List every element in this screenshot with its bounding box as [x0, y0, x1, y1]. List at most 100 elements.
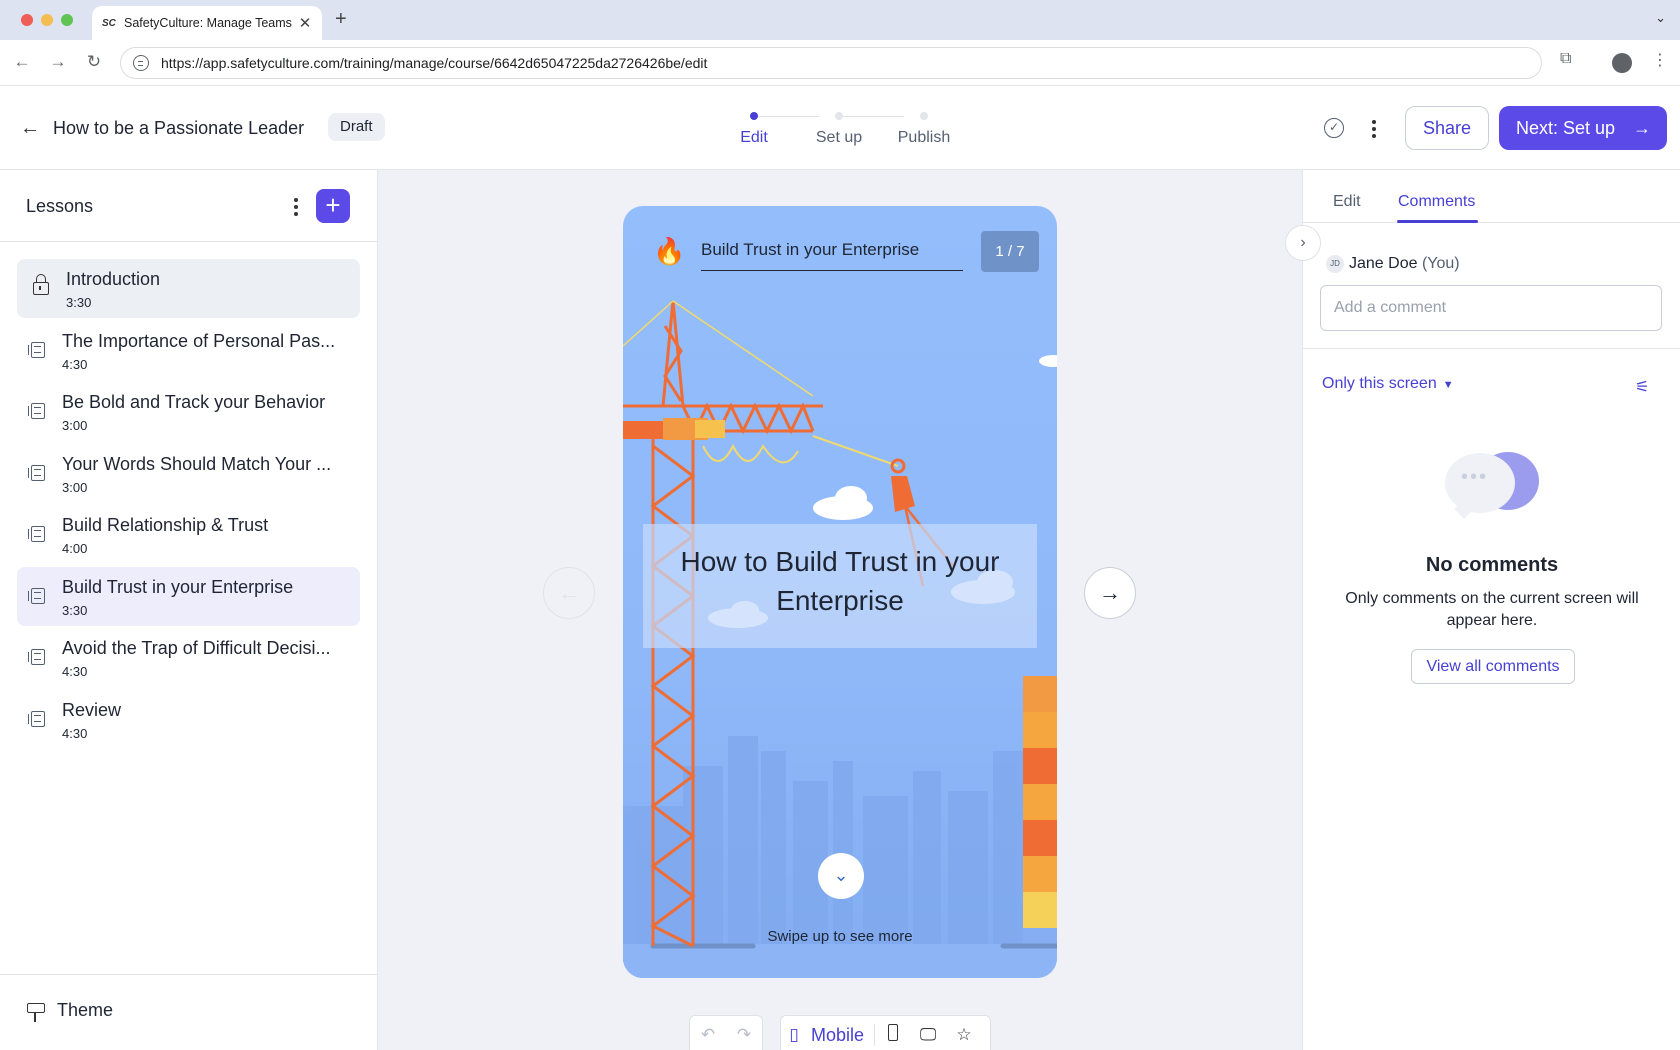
preview-canvas: 🔥 Build Trust in your Enterprise 1 / 7 H… — [378, 170, 1302, 1050]
empty-state-title: No comments — [1425, 554, 1559, 576]
forward-icon[interactable]: → — [48, 52, 68, 72]
arrow-right-icon: → — [1633, 118, 1651, 138]
lesson-duration: 4:00 — [62, 541, 88, 556]
url-field[interactable]: https://app.safetyculture.com/training/m… — [120, 47, 1542, 79]
more-options-icon[interactable] — [1371, 120, 1377, 138]
close-tab-icon[interactable]: ✕ — [298, 14, 312, 32]
minimize-window-button[interactable] — [41, 14, 53, 26]
next-screen-button[interactable]: → — [1084, 567, 1136, 619]
author-name: Jane Doe — [1349, 255, 1418, 272]
lesson-duration: 4:30 — [62, 664, 88, 679]
lesson-pages-icon — [28, 710, 45, 727]
swipe-hint: Swipe up to see more — [767, 928, 913, 945]
lesson-pages-icon — [28, 587, 45, 604]
tab-comments[interactable]: Comments — [1398, 193, 1475, 211]
screen-counter: 1 / 7 — [981, 231, 1039, 272]
ellipsis-icon: ••• — [1461, 466, 1489, 488]
comment-filter-dropdown[interactable]: Only this screen ▼ — [1322, 375, 1454, 393]
reload-icon[interactable]: ↻ — [84, 52, 104, 72]
publish-stepper: Edit Set up Publish — [740, 111, 950, 151]
next-setup-label: Next: Set up — [1516, 118, 1616, 138]
share-button[interactable]: Share — [1405, 106, 1489, 150]
tab-list-chevron-icon[interactable]: ⌄ — [1655, 10, 1666, 26]
lesson-item-selected[interactable]: Build Trust in your Enterprise 3:30 — [17, 566, 360, 626]
back-arrow-icon[interactable]: ← — [20, 117, 40, 140]
avatar: JD — [1326, 255, 1344, 273]
lesson-item-introduction[interactable]: Introduction 3:30 — [17, 259, 360, 318]
step-setup[interactable]: Set up — [816, 129, 862, 147]
stepper-connector — [757, 116, 819, 117]
filter-settings-icon[interactable]: ⚟ — [1635, 377, 1649, 397]
next-setup-button[interactable]: Next: Set up → — [1499, 106, 1667, 150]
lesson-item[interactable]: Avoid the Trap of Difficult Decisi... 4:… — [17, 628, 360, 687]
chevron-down-icon[interactable]: ⌄ — [818, 853, 864, 899]
collapse-panel-chevron-icon[interactable]: › — [1285, 225, 1321, 261]
theme-label: Theme — [57, 1000, 114, 1020]
mobile-view-button[interactable]: Mobile — [807, 1025, 874, 1046]
url-text: https://app.safetyculture.com/training/m… — [161, 55, 708, 71]
browser-address-bar: ← → ↻ https://app.safetyculture.com/trai… — [0, 40, 1680, 86]
new-tab-button[interactable]: + — [335, 8, 347, 31]
lessons-sidebar: Lessons + Introduction 3:30 The Importan… — [0, 170, 378, 1050]
lesson-title: Your Words Should Match Your ... — [62, 453, 332, 474]
lessons-title: Lessons — [26, 196, 94, 216]
lesson-title: Build Relationship & Trust — [62, 515, 269, 535]
status-badge: Draft — [328, 113, 385, 141]
panel-tabs: Edit Comments — [1303, 170, 1680, 223]
step-dot-edit — [750, 112, 758, 120]
lesson-title: Be Bold and Track your Behavior — [62, 392, 326, 412]
tab-edit[interactable]: Edit — [1333, 193, 1361, 211]
comment-input[interactable] — [1320, 285, 1662, 331]
step-edit[interactable]: Edit — [740, 129, 768, 147]
lesson-pages-icon — [28, 341, 45, 358]
theme-button[interactable]: Theme — [0, 974, 377, 1050]
star-icon[interactable]: ☆ — [946, 1025, 982, 1045]
comments-panel: Edit Comments › JD Jane Doe (You) Only t… — [1285, 170, 1680, 1050]
step-publish[interactable]: Publish — [898, 129, 950, 147]
lock-icon — [33, 274, 49, 295]
lesson-duration: 4:30 — [62, 356, 88, 372]
mobile-icon: ▯ — [789, 1025, 799, 1044]
check-circle-icon[interactable]: ✓ — [1324, 118, 1344, 138]
mobile-preview[interactable]: 🔥 Build Trust in your Enterprise 1 / 7 H… — [623, 206, 1057, 978]
flame-icon: 🔥 — [653, 236, 686, 266]
profile-avatar-icon[interactable] — [1612, 53, 1632, 73]
undo-icon[interactable]: ↶ — [690, 1025, 726, 1045]
site-info-icon[interactable] — [133, 55, 149, 71]
add-lesson-button[interactable]: + — [316, 189, 350, 223]
step-dot-publish — [920, 112, 928, 120]
lesson-duration: 3:00 — [62, 418, 88, 433]
back-icon[interactable]: ← — [12, 52, 32, 72]
desktop-icon[interactable]: 🖵 — [910, 1025, 946, 1045]
lesson-duration: 3:30 — [62, 602, 88, 618]
redo-icon[interactable]: ↷ — [726, 1025, 762, 1045]
lesson-pages-icon — [28, 526, 45, 542]
browser-tab[interactable]: SC SafetyCulture: Manage Teams ✕ — [92, 6, 322, 40]
previous-screen-button[interactable]: ← — [543, 567, 595, 619]
lesson-item[interactable]: The Importance of Personal Pas... 4:30 — [17, 321, 360, 380]
filter-label: Only this screen — [1322, 375, 1437, 392]
divider — [1303, 348, 1680, 349]
lesson-item[interactable]: Be Bold and Track your Behavior 3:00 — [17, 382, 360, 441]
lesson-duration: 3:30 — [66, 295, 92, 310]
tablet-icon[interactable] — [874, 1024, 910, 1046]
lesson-item[interactable]: Review 4:30 — [17, 690, 360, 749]
hero-heading[interactable]: How to Build Trust in your Enterprise — [643, 542, 1037, 620]
caret-down-icon: ▼ — [1442, 379, 1454, 391]
close-window-button[interactable] — [21, 14, 33, 26]
lessons-more-icon[interactable] — [293, 198, 299, 216]
lesson-list: Introduction 3:30 The Importance of Pers… — [17, 259, 360, 751]
stepper-connector — [842, 116, 904, 117]
lesson-item[interactable]: Build Relationship & Trust 4:00 — [17, 505, 360, 564]
view-all-comments-button[interactable]: View all comments — [1411, 649, 1575, 684]
author-suffix: (You) — [1421, 255, 1460, 272]
lesson-duration: 3:00 — [62, 479, 88, 495]
comment-author: Jane Doe (You) — [1349, 255, 1460, 273]
browser-menu-icon[interactable]: ⋮ — [1652, 50, 1668, 70]
maximize-window-button[interactable] — [61, 14, 73, 26]
empty-state-description: Only comments on the current screen will… — [1345, 590, 1639, 629]
lesson-duration: 4:30 — [62, 725, 88, 741]
lesson-pages-icon — [28, 403, 45, 419]
lesson-item[interactable]: Your Words Should Match Your ... 3:00 — [17, 444, 360, 503]
extensions-icon[interactable]: ⧉ — [1560, 50, 1571, 68]
